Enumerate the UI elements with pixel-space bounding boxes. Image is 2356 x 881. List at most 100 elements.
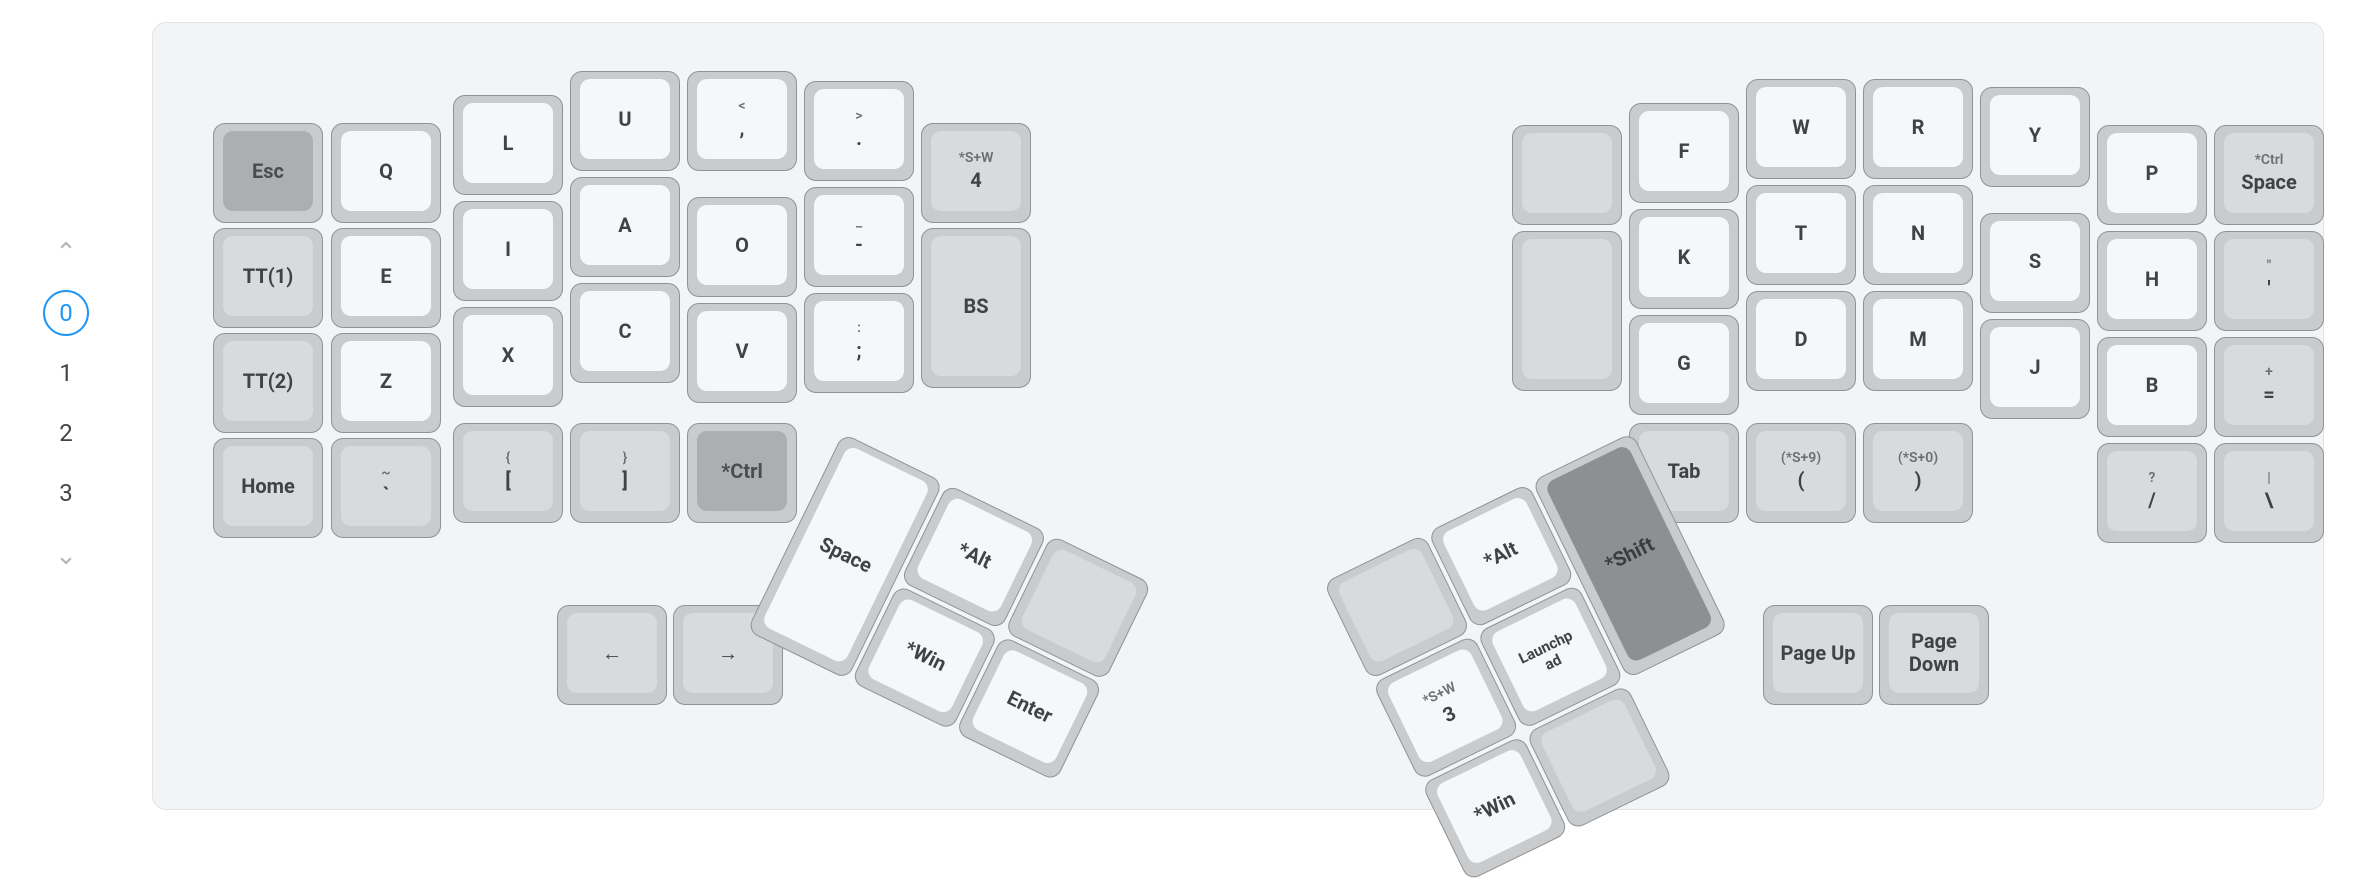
key-l-lbrk[interactable]: {[: [453, 423, 563, 523]
key-r-pgup[interactable]: Page Up: [1763, 605, 1873, 705]
key-l-v[interactable]: V: [687, 303, 797, 403]
key-r-t[interactable]: T: [1746, 185, 1856, 285]
key-r-g[interactable]: G: [1629, 315, 1739, 415]
key-main: Esc: [252, 160, 284, 183]
key-main: \: [2265, 489, 2273, 512]
key-l-sw4[interactable]: *S+W4: [921, 123, 1031, 223]
key-l-ctrl[interactable]: *Ctrl: [687, 423, 797, 523]
key-main: ←: [602, 642, 622, 665]
key-main: 4: [970, 169, 981, 192]
key-l-tt2[interactable]: TT(2): [213, 333, 323, 433]
key-main: ]: [622, 469, 628, 492]
key-l-e[interactable]: E: [331, 228, 441, 328]
key-l-i[interactable]: I: [453, 201, 563, 301]
layer-item-3[interactable]: 3: [43, 470, 89, 516]
layer-nav: ⌃ 0 1 2 3 ⌃: [36, 234, 96, 572]
key-r-quote[interactable]: "': [2214, 231, 2324, 331]
key-r-h[interactable]: H: [2097, 231, 2207, 331]
key-r-r[interactable]: R: [1863, 79, 1973, 179]
key-main: W: [1792, 116, 1810, 139]
key-r-plus[interactable]: +=: [2214, 337, 2324, 437]
key-sup: {: [506, 450, 511, 466]
key-main: Z: [380, 370, 392, 393]
layer-item-0[interactable]: 0: [43, 290, 89, 336]
key-l-o[interactable]: O: [687, 197, 797, 297]
key-main: Space: [816, 532, 876, 577]
key-r-rpar[interactable]: (*S+0)): [1863, 423, 1973, 523]
key-sup: ~: [381, 465, 390, 481]
key-l-lt[interactable]: <,: [687, 71, 797, 171]
key-r-f[interactable]: F: [1629, 103, 1739, 203]
key-r-k[interactable]: K: [1629, 209, 1739, 309]
key-sup: ?: [2149, 470, 2156, 486]
key-main: O: [735, 234, 749, 257]
key-sup: |: [2267, 470, 2271, 486]
key-l-tick[interactable]: ~`: [331, 438, 441, 538]
key-l-x[interactable]: X: [453, 307, 563, 407]
key-l-a[interactable]: A: [570, 177, 680, 277]
key-main: U: [618, 108, 631, 131]
key-r-bksl[interactable]: |\: [2214, 443, 2324, 543]
key-main: L: [503, 132, 514, 155]
key-l-bs[interactable]: BS: [921, 228, 1031, 388]
key-l-arrow-l[interactable]: ←: [557, 605, 667, 705]
key-main: *Win: [901, 636, 950, 676]
key-r-p[interactable]: P: [2097, 125, 2207, 225]
key-l-u[interactable]: U: [570, 71, 680, 171]
key-r-y[interactable]: Y: [1980, 87, 2090, 187]
key-l-home[interactable]: Home: [213, 438, 323, 538]
key-main: →: [718, 642, 738, 665]
key-main: A: [618, 214, 631, 237]
key-main: B: [2146, 374, 2159, 397]
key-main: M: [1909, 328, 1927, 351]
key-l-dash[interactable]: _-: [804, 187, 914, 287]
key-main: I: [505, 238, 511, 261]
key-r-s[interactable]: S: [1980, 213, 2090, 313]
layer-item-2[interactable]: 2: [43, 410, 89, 456]
key-main: BS: [963, 295, 988, 318]
key-main: =: [2263, 383, 2274, 406]
key-main: *Ctrl: [721, 460, 763, 483]
key-main: N: [1911, 222, 1925, 245]
key-l-c[interactable]: C: [570, 283, 680, 383]
chevron-up-icon[interactable]: ⌃: [49, 234, 83, 272]
key-main: D: [1795, 328, 1808, 351]
key-main: E: [380, 265, 391, 288]
key-r-blank2[interactable]: [1512, 231, 1622, 391]
key-main: Page Up: [1780, 642, 1855, 665]
key-l-z[interactable]: Z: [331, 333, 441, 433]
key-l-l[interactable]: L: [453, 95, 563, 195]
key-main: ): [1914, 469, 1921, 492]
key-main: G: [1677, 352, 1691, 375]
key-l-colon[interactable]: :;: [804, 293, 914, 393]
key-main: TT(2): [243, 370, 293, 393]
key-main: T: [1795, 222, 1807, 245]
key-l-gt[interactable]: >.: [804, 81, 914, 181]
key-main: 3: [1439, 701, 1459, 727]
key-r-ctrlsp[interactable]: *CtrlSpace: [2214, 125, 2324, 225]
layer-item-1[interactable]: 1: [43, 350, 89, 396]
key-r-j[interactable]: J: [1980, 319, 2090, 419]
key-main: *Shift: [1601, 532, 1658, 575]
key-l-tt1[interactable]: TT(1): [213, 228, 323, 328]
key-r-d[interactable]: D: [1746, 291, 1856, 391]
key-main: .: [856, 127, 862, 150]
key-r-lpar[interactable]: (*S+9)(: [1746, 423, 1856, 523]
chevron-down-icon[interactable]: ⌃: [49, 534, 83, 572]
key-r-m[interactable]: M: [1863, 291, 1973, 391]
key-sup: }: [623, 450, 628, 466]
key-r-pgdn[interactable]: Page Down: [1879, 605, 1989, 705]
key-sup: >: [855, 108, 862, 124]
key-main: F: [1679, 140, 1690, 163]
key-l-q[interactable]: Q: [331, 123, 441, 223]
key-l-rbrk[interactable]: }]: [570, 423, 680, 523]
key-l-esc[interactable]: Esc: [213, 123, 323, 223]
key-main: V: [735, 340, 748, 363]
key-r-slash[interactable]: ?/: [2097, 443, 2207, 543]
key-r-blank1[interactable]: [1512, 125, 1622, 225]
key-main: P: [2146, 162, 2159, 185]
key-sup: :: [857, 320, 861, 336]
key-r-w[interactable]: W: [1746, 79, 1856, 179]
key-r-n[interactable]: N: [1863, 185, 1973, 285]
key-r-b[interactable]: B: [2097, 337, 2207, 437]
